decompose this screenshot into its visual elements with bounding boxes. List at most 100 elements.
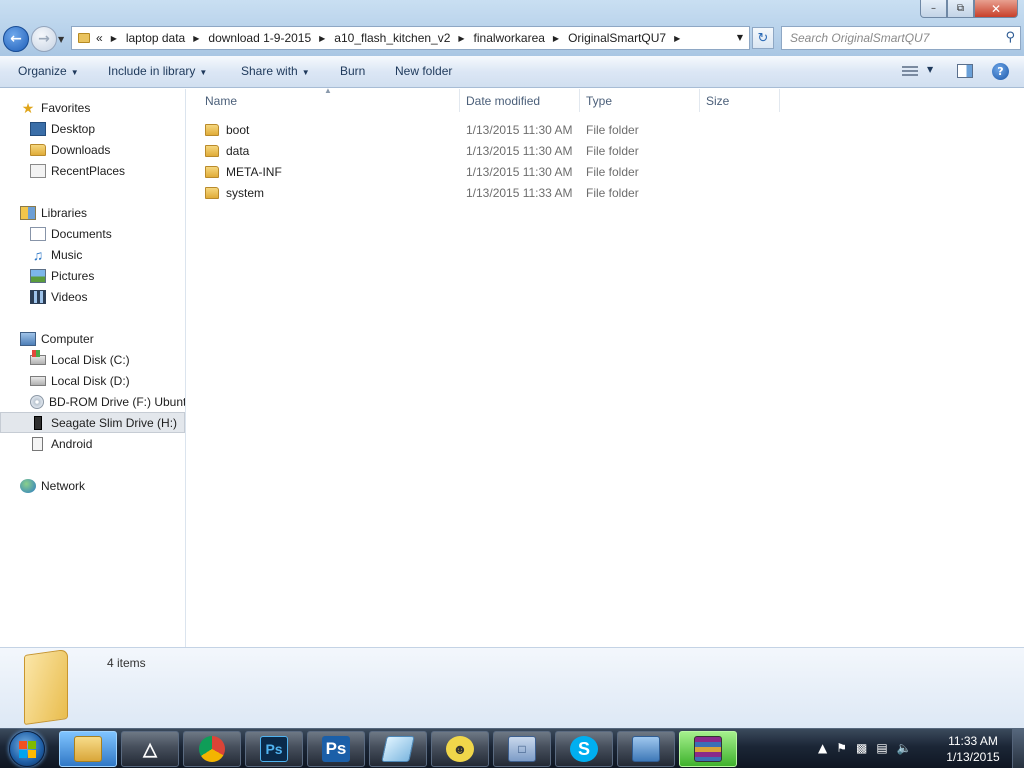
- windows-logo-icon: [9, 731, 45, 767]
- chevron-right-icon[interactable]: ▶: [674, 34, 680, 43]
- nav-label: Favorites: [41, 100, 91, 115]
- action-center-flag-icon[interactable]: ⚑: [836, 741, 847, 755]
- table-row[interactable]: system 1/13/2015 11:33 AM File folder: [205, 182, 785, 203]
- refresh-button[interactable]: ↻: [752, 27, 774, 49]
- recent-pages-dropdown[interactable]: ▼: [58, 35, 64, 44]
- nav-label: Music: [51, 247, 83, 262]
- winrar-icon: [694, 736, 722, 762]
- control-panel-icon: [632, 736, 660, 762]
- clock[interactable]: 11:33 AM 1/13/2015: [940, 733, 1006, 765]
- nav-local-disk-d[interactable]: Local Disk (D:): [0, 370, 185, 391]
- chevron-right-icon[interactable]: ▶: [319, 34, 325, 43]
- forward-button[interactable]: →: [31, 26, 57, 52]
- network-status-icon[interactable]: ▤: [876, 741, 887, 755]
- help-icon[interactable]: ?: [992, 63, 1009, 80]
- table-row[interactable]: data 1/13/2015 11:30 AM File folder: [205, 140, 785, 161]
- minimize-button[interactable]: –: [920, 0, 947, 18]
- chevron-right-icon[interactable]: ▶: [193, 34, 199, 43]
- nav-local-disk-c[interactable]: Local Disk (C:): [0, 349, 185, 370]
- taskbar-control-panel[interactable]: [617, 731, 675, 767]
- nav-recent-places[interactable]: RecentPlaces: [0, 160, 185, 181]
- taskbar-virtualbox[interactable]: □: [493, 731, 551, 767]
- system-tray: ▲ ⚑ ▩ ▤ 🔈: [818, 741, 912, 755]
- search-box[interactable]: ⚲: [781, 26, 1021, 50]
- nav-android[interactable]: Android: [0, 433, 185, 454]
- hard-drive-icon: [30, 375, 46, 386]
- device-icon[interactable]: ▩: [856, 741, 867, 755]
- chevron-down-icon: ▼: [301, 68, 310, 77]
- chevron-right-icon[interactable]: ▶: [553, 34, 559, 43]
- portable-device-icon: [32, 436, 43, 451]
- taskbar-chrome[interactable]: [183, 731, 241, 767]
- nav-label: Network: [41, 478, 86, 493]
- nav-libraries[interactable]: Libraries: [0, 202, 185, 223]
- burn-button[interactable]: Burn: [340, 64, 365, 78]
- start-button[interactable]: [2, 730, 52, 768]
- nav-music[interactable]: ♫ Music: [0, 244, 185, 265]
- organize-label: Organize: [18, 64, 67, 78]
- file-explorer-icon: [74, 736, 102, 762]
- search-icon[interactable]: ⚲: [1005, 30, 1015, 45]
- nav-downloads[interactable]: Downloads: [0, 139, 185, 160]
- nav-documents[interactable]: Documents: [0, 223, 185, 244]
- close-button[interactable]: ✕: [974, 0, 1018, 18]
- show-hidden-icons-icon[interactable]: ▲: [818, 741, 827, 755]
- address-bar[interactable]: « ▶ laptop data ▶ download 1-9-2015 ▶ a1…: [71, 26, 750, 50]
- table-row[interactable]: boot 1/13/2015 11:30 AM File folder: [205, 119, 785, 140]
- breadcrumb: « ▶ laptop data ▶ download 1-9-2015 ▶ a1…: [96, 31, 689, 45]
- close-icon: ✕: [990, 1, 1002, 16]
- new-folder-button[interactable]: New folder: [395, 64, 452, 78]
- breadcrumb-overflow[interactable]: «: [96, 31, 103, 45]
- taskbar-photoshop-1[interactable]: Ps: [245, 731, 303, 767]
- preview-pane-icon[interactable]: [957, 64, 973, 78]
- taskbar-explorer[interactable]: [59, 731, 117, 767]
- nav-favorites[interactable]: ★ Favorites: [0, 97, 185, 118]
- volume-icon[interactable]: 🔈: [897, 741, 912, 755]
- refresh-icon: ↻: [757, 30, 769, 46]
- chevron-right-icon[interactable]: ▶: [458, 34, 464, 43]
- nav-seagate[interactable]: Seagate Slim Drive (H:): [0, 412, 185, 433]
- file-name: META-INF: [226, 164, 282, 179]
- breadcrumb-item[interactable]: finalworkarea: [474, 31, 545, 45]
- column-header-name[interactable]: Name ▲: [187, 86, 460, 112]
- back-button[interactable]: ←: [3, 26, 29, 52]
- view-options-dropdown[interactable]: ▼: [927, 65, 933, 74]
- organize-button[interactable]: Organize ▼: [18, 64, 79, 78]
- taskbar-winrar[interactable]: [679, 731, 737, 767]
- nav-desktop[interactable]: Desktop: [0, 118, 185, 139]
- nav-label: Libraries: [41, 205, 88, 220]
- taskbar-photoshop-2[interactable]: Ps: [307, 731, 365, 767]
- nav-bd-rom[interactable]: BD-ROM Drive (F:) Ubunt: [0, 391, 185, 412]
- breadcrumb-item[interactable]: a10_flash_kitchen_v2: [334, 31, 450, 45]
- share-with-button[interactable]: Share with ▼: [241, 64, 310, 78]
- breadcrumb-item[interactable]: OriginalSmartQU7: [568, 31, 666, 45]
- nav-videos[interactable]: Videos: [0, 286, 185, 307]
- show-desktop-button[interactable]: [1012, 729, 1024, 768]
- file-date: 1/13/2015 11:33 AM: [466, 185, 573, 200]
- network-icon: [20, 478, 36, 493]
- taskbar-app[interactable]: ☻: [431, 731, 489, 767]
- taskbar-notepad[interactable]: [369, 731, 427, 767]
- include-in-library-button[interactable]: Include in library ▼: [108, 64, 207, 78]
- nav-network[interactable]: Network: [0, 475, 185, 496]
- music-note-icon: ♫: [32, 246, 44, 263]
- table-row[interactable]: META-INF 1/13/2015 11:30 AM File folder: [205, 161, 785, 182]
- nav-pictures[interactable]: Pictures: [0, 265, 185, 286]
- address-history-dropdown[interactable]: ▼: [737, 33, 743, 42]
- taskbar-skype[interactable]: S: [555, 731, 613, 767]
- nav-label: Videos: [51, 289, 88, 304]
- search-input[interactable]: [782, 27, 992, 49]
- taskbar-unity[interactable]: △: [121, 731, 179, 767]
- column-header-type[interactable]: Type: [580, 89, 700, 112]
- folder-icon: [205, 186, 219, 199]
- maximize-button[interactable]: ⧉: [947, 0, 974, 18]
- column-header-size[interactable]: Size: [700, 89, 780, 112]
- optical-disc-icon: [30, 394, 44, 409]
- change-view-icon[interactable]: [902, 66, 918, 78]
- chevron-right-icon[interactable]: ▶: [111, 34, 117, 43]
- folder-icon: [24, 648, 68, 726]
- breadcrumb-item[interactable]: download 1-9-2015: [208, 31, 311, 45]
- nav-computer[interactable]: Computer: [0, 328, 185, 349]
- column-header-date[interactable]: Date modified: [460, 89, 580, 112]
- breadcrumb-item[interactable]: laptop data: [126, 31, 185, 45]
